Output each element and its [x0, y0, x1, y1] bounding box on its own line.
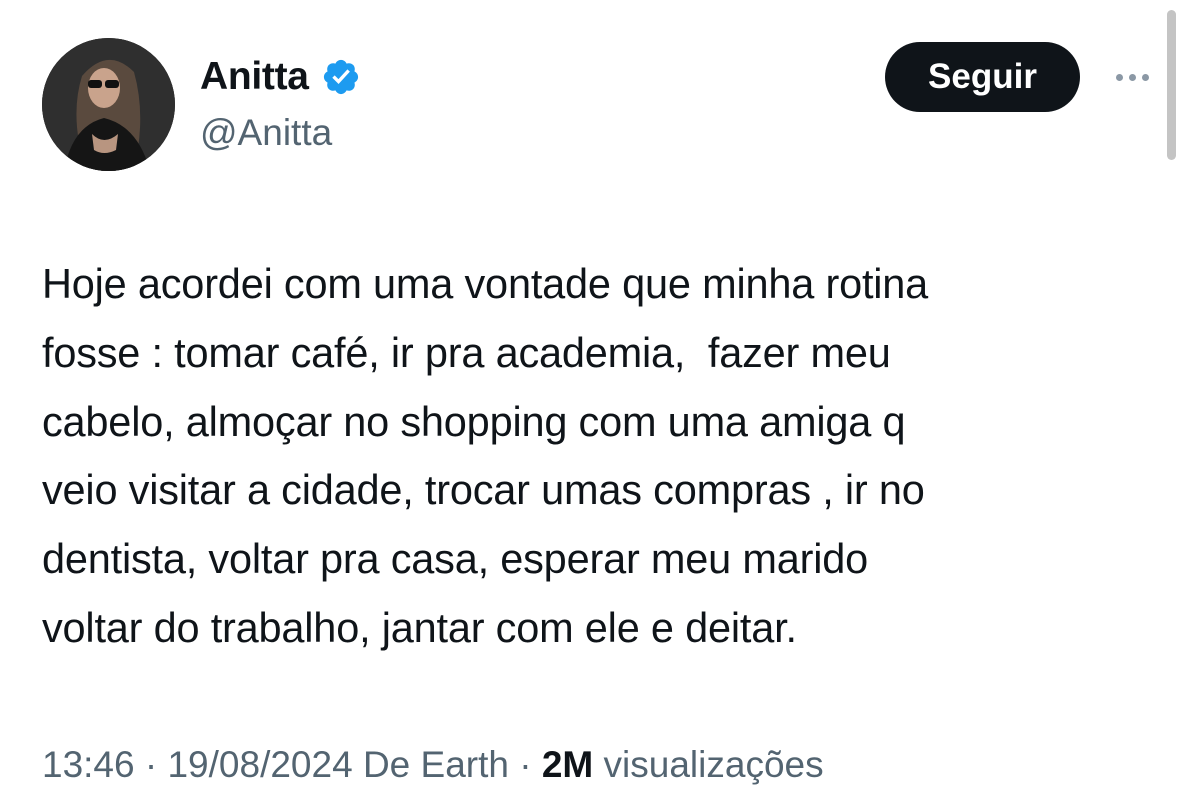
tweet-text: Hoje acordei com uma vontade que minha r… — [42, 260, 929, 651]
dot-icon — [1128, 73, 1136, 81]
tweet-source: De Earth — [362, 744, 509, 785]
tweet-date[interactable]: 19/08/2024 — [167, 744, 352, 785]
scrollbar[interactable] — [1167, 10, 1176, 160]
follow-button[interactable]: Seguir — [885, 42, 1080, 112]
dot-icon — [1141, 73, 1149, 81]
author-display-name[interactable]: Anitta — [200, 54, 309, 100]
dot-icon — [1115, 73, 1123, 81]
avatar-photo — [42, 38, 175, 171]
verified-badge-icon — [323, 59, 358, 95]
ellipsis-icon[interactable] — [1109, 60, 1155, 94]
avatar[interactable] — [42, 38, 175, 171]
meta-separator: · — [144, 744, 158, 785]
tweet-time[interactable]: 13:46 — [42, 744, 135, 785]
author-handle[interactable]: @Anitta — [200, 110, 332, 156]
views-count[interactable]: 2M — [542, 744, 593, 785]
views-label: visualizações — [603, 744, 824, 785]
meta-separator: · — [519, 744, 532, 785]
author-name-row: Anitta — [200, 54, 361, 100]
tweet-meta: 13:46 · 19/08/2024 De Earth · 2M visuali… — [42, 740, 824, 790]
tweet-page: Anitta @Anitta Seguir Hoje acordei com u… — [0, 0, 1200, 802]
